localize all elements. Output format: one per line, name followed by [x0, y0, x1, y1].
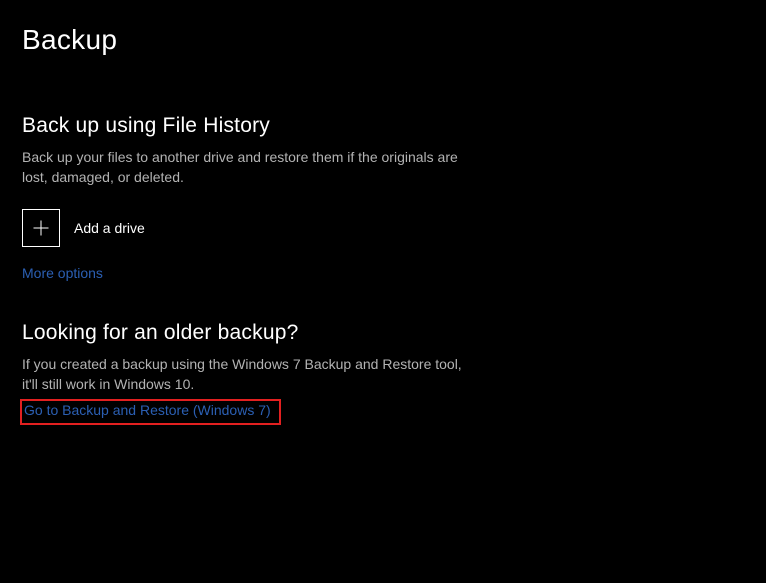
page-title: Backup: [22, 24, 744, 56]
more-options-link[interactable]: More options: [22, 265, 103, 281]
plus-icon: [22, 209, 60, 247]
highlight-annotation: Go to Backup and Restore (Windows 7): [20, 399, 281, 425]
file-history-description: Back up your files to another drive and …: [22, 148, 462, 187]
add-drive-label: Add a drive: [74, 220, 145, 236]
add-drive-button[interactable]: Add a drive: [22, 209, 744, 247]
older-backup-description: If you created a backup using the Window…: [22, 355, 462, 394]
older-backup-heading: Looking for an older backup?: [22, 321, 744, 345]
file-history-heading: Back up using File History: [22, 114, 744, 138]
backup-restore-win7-link[interactable]: Go to Backup and Restore (Windows 7): [24, 402, 271, 418]
